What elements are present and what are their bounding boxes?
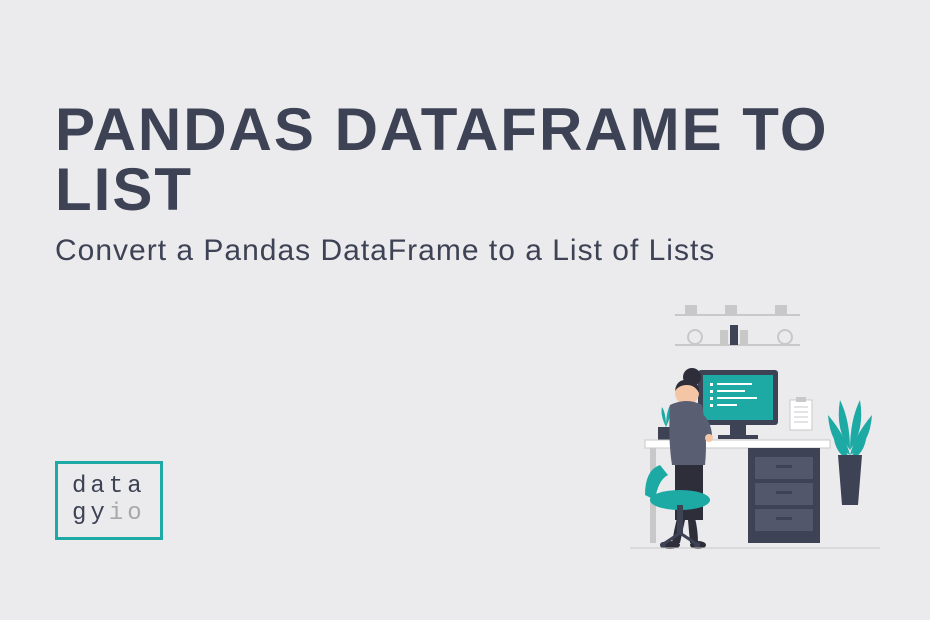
logo-line1: data: [72, 473, 146, 500]
logo-line2-left: gy: [72, 500, 109, 527]
page-subtitle: Convert a Pandas DataFrame to a List of …: [55, 230, 755, 272]
logo: data gyio: [55, 461, 163, 540]
workspace-illustration: [550, 305, 880, 585]
page-title: PANDAS DATAFRAME TO LIST: [55, 100, 875, 220]
logo-line2-right: io: [109, 500, 146, 527]
